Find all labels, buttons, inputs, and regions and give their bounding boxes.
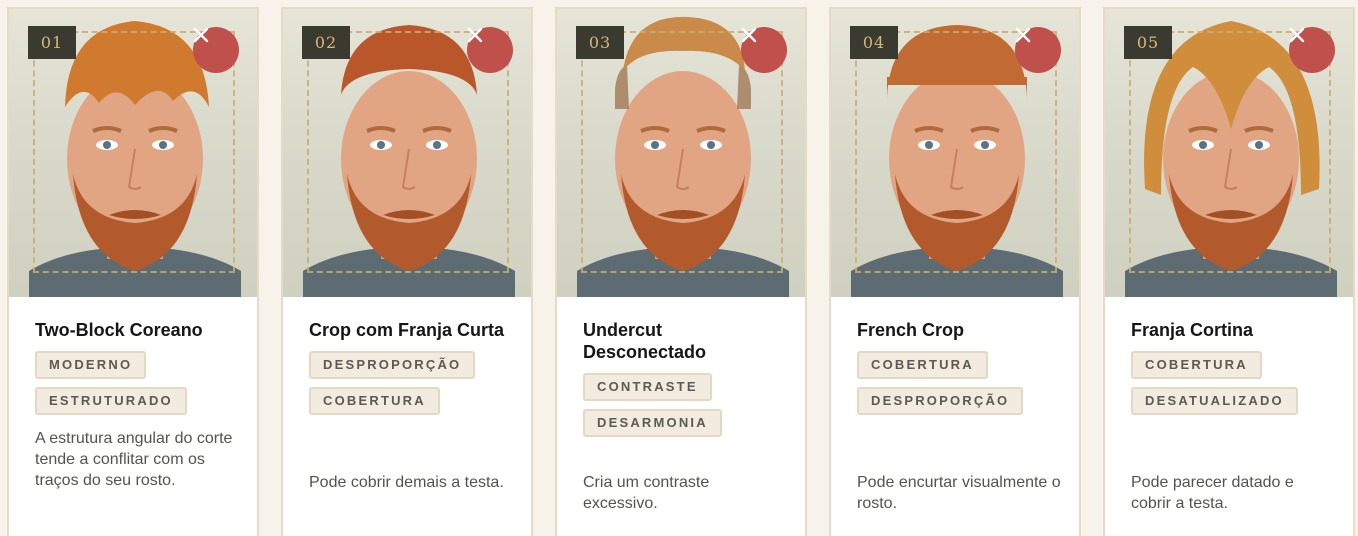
hairstyle-title: Two-Block Coreano [35, 320, 203, 340]
tag-badge: DESPROPORÇÃO [309, 351, 476, 379]
hairstyle-card: 02 Crop com Franja Curta DESPROPORÇÃO CO… [281, 7, 533, 536]
hairstyle-title: Crop com Franja Curta [309, 320, 505, 340]
remove-button[interactable] [193, 27, 239, 73]
tag-badge: ESTRUTURADO [35, 387, 187, 415]
tag-list: COBERTURA DESPROPORÇÃO [857, 351, 1055, 415]
tag-badge: CONTRASTE [583, 373, 712, 401]
tag-list: MODERNO ESTRUTURADO [35, 351, 233, 415]
remove-button[interactable] [467, 27, 513, 73]
tag-badge: DESARMONIA [583, 409, 722, 437]
tag-badge: COBERTURA [1131, 351, 1262, 379]
card-number-badge: 04 [850, 26, 898, 59]
remove-button[interactable] [741, 27, 787, 73]
hairstyle-title: Undercut Desconectado [583, 320, 707, 362]
card-number-badge: 05 [1124, 26, 1172, 59]
hairstyle-card: 05 Franja Cortina COBERTURA DESATUALIZAD… [1103, 7, 1355, 536]
hairstyle-photo: 01 [9, 9, 257, 297]
tag-list: COBERTURA DESATUALIZADO [1131, 351, 1329, 415]
hairstyle-description: A estrutura angular do corte tende a con… [35, 430, 233, 489]
hairstyle-card: 04 French Crop COBERTURA DESPROPORÇÃO Po… [829, 7, 1081, 536]
close-icon [1015, 27, 1031, 43]
hairstyle-description: Pode cobrir demais a testa. [309, 474, 504, 491]
hairstyle-description: Pode encurtar visualmente o rosto. [857, 474, 1061, 512]
close-icon [1289, 27, 1305, 43]
tag-badge: COBERTURA [857, 351, 988, 379]
hairstyle-title: French Crop [857, 320, 965, 340]
tag-badge: MODERNO [35, 351, 147, 379]
remove-button[interactable] [1015, 27, 1061, 73]
hairstyle-card: 01 Two-Block Coreano MODERNO ESTRUTURADO… [7, 7, 259, 536]
hairstyle-photo: 02 [283, 9, 531, 297]
hairstyle-photo: 05 [1105, 9, 1353, 297]
card-number-badge: 02 [302, 26, 350, 59]
tag-badge: DESPROPORÇÃO [857, 387, 1024, 415]
close-icon [193, 27, 209, 43]
remove-button[interactable] [1289, 27, 1335, 73]
close-icon [741, 27, 757, 43]
hairstyle-description: Cria um contraste excessivo. [583, 474, 710, 512]
hairstyle-description: Pode parecer datado e cobrir a testa. [1131, 474, 1294, 512]
tag-list: DESPROPORÇÃO COBERTURA [309, 351, 507, 415]
hairstyle-title: Franja Cortina [1131, 320, 1254, 340]
hairstyle-photo: 03 [557, 9, 805, 297]
hairstyle-photo: 04 [831, 9, 1079, 297]
tag-badge: DESATUALIZADO [1131, 387, 1298, 415]
hairstyle-card: 03 Undercut Desconectado CONTRASTE DESAR… [555, 7, 807, 536]
close-icon [467, 27, 483, 43]
card-number-badge: 01 [28, 26, 76, 59]
tag-badge: COBERTURA [309, 387, 440, 415]
tag-list: CONTRASTE DESARMONIA [583, 373, 781, 437]
card-number-badge: 03 [576, 26, 624, 59]
